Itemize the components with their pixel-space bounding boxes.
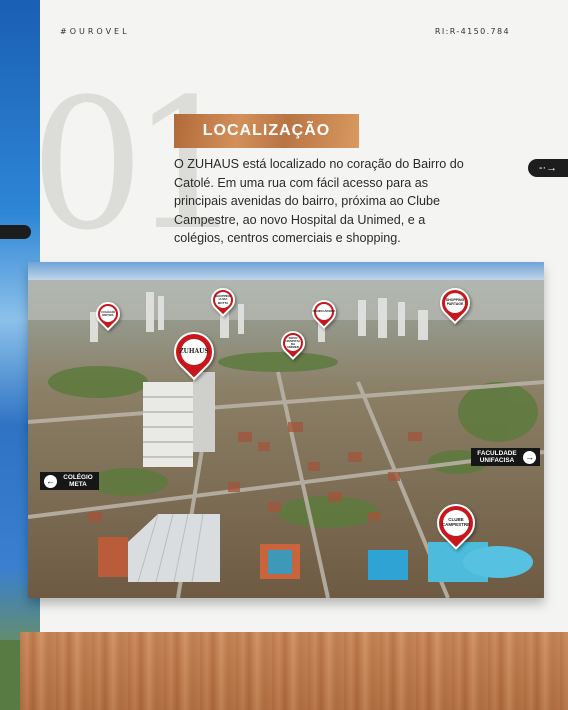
- tag-label: FACULDADE UNIFACISA: [477, 450, 517, 464]
- pin-label: SHOPPING LUIZA MOTTA: [215, 292, 231, 308]
- next-page-button[interactable]: -·→: [528, 159, 568, 177]
- brand-name: #OUROVEL: [60, 27, 130, 36]
- map-pin-panificadora[interactable]: PANIFICADORA: [307, 295, 341, 329]
- section-description: O ZUHAUS está localizado no coração do B…: [174, 157, 464, 245]
- map-pin-shopping-partage[interactable]: SHOPPING PARTAGE: [433, 281, 477, 325]
- pin-label: NOVO HOSPITAL DA UNIMED: [285, 335, 301, 351]
- registration-number: RI:R-4150.784: [434, 27, 510, 36]
- arrow-right-icon: -·→: [538, 162, 558, 174]
- section-title: LOCALIZAÇÃO: [202, 122, 331, 139]
- pin-label: CLUBE CAMPESTRE: [442, 510, 470, 536]
- zuhaus-location-pin[interactable]: ZUHAUS: [165, 323, 223, 381]
- direction-tag-faculdade-unifacisa[interactable]: FACULDADE UNIFACISA →: [471, 448, 540, 466]
- map-pin-shopping-luiza-motta[interactable]: SHOPPING LUIZA MOTTA: [206, 283, 240, 317]
- wood-texture-footer: [20, 632, 568, 710]
- map-pin-colegio-motiva[interactable]: COLÉGIO MOTIVA: [91, 297, 125, 331]
- direction-tag-colegio-meta[interactable]: ← COLÉGIO META: [40, 472, 99, 490]
- aerial-map-photo: ZUHAUS COLÉGIO MOTIVA SHOPPING LUIZA MOT…: [28, 262, 544, 598]
- tag-label: COLÉGIO META: [63, 474, 93, 488]
- map-pin-hospital-unimed[interactable]: NOVO HOSPITAL DA UNIMED: [276, 326, 310, 360]
- arrow-right-icon: →: [523, 450, 536, 464]
- zuhaus-pin-label: ZUHAUS: [179, 339, 209, 365]
- section-title-badge: LOCALIZAÇÃO: [174, 114, 359, 148]
- arrow-left-icon: ←: [44, 474, 57, 488]
- map-pin-clube-campestre[interactable]: CLUBE CAMPESTRE: [429, 496, 483, 550]
- pin-label: COLÉGIO MOTIVA: [100, 306, 116, 322]
- pin-label: PANIFICADORA: [313, 304, 335, 320]
- foliage-strip: [0, 640, 22, 710]
- pin-label: SHOPPING PARTAGE: [445, 293, 465, 313]
- left-side-tab: [0, 225, 31, 239]
